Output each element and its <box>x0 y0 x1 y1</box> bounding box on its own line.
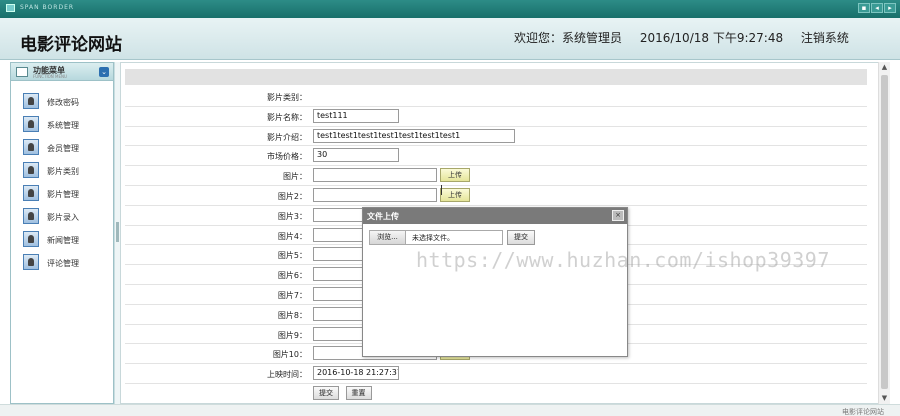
image-label: 图片8： <box>277 310 307 320</box>
image-label: 图片4： <box>277 231 307 241</box>
image-label: 图片7： <box>277 290 307 300</box>
sidebar-item-label: 修改密码 <box>47 98 79 107</box>
sidebar-item-news[interactable]: 新闻管理 <box>23 231 111 249</box>
reset-button[interactable]: 重置 <box>345 385 372 400</box>
menu-icon <box>16 67 28 77</box>
form-row-intro: 影片介绍： test1test1test1test1test1test1test… <box>125 127 867 147</box>
app-icon <box>6 4 15 12</box>
browse-button[interactable]: 浏览... <box>370 231 406 244</box>
content-header-band <box>125 69 867 85</box>
header-status: 欢迎您：系统管理员 2016/10/18 下午9:27:48 注销系统 <box>514 29 863 46</box>
sidebar-item-comments[interactable]: 评论管理 <box>23 254 111 272</box>
sidebar-item-label: 系统管理 <box>47 121 79 130</box>
sidebar-header: 功能菜单 FUNCTION MENU ⌄ <box>11 63 113 81</box>
price-input[interactable]: 30 <box>313 148 399 163</box>
page-footer: 电影评论网站 <box>0 404 900 416</box>
scroll-up-icon[interactable]: ▲ <box>879 62 890 73</box>
sidebar-item-label: 新闻管理 <box>47 236 79 245</box>
form-row-image-2: 图片2： 上传 <box>125 186 867 206</box>
name-label: 影片名称： <box>267 112 307 122</box>
sidebar-item-label: 评论管理 <box>47 259 79 268</box>
sidebar-item-members[interactable]: 会员管理 <box>23 139 111 157</box>
file-upload-dialog: 文件上传 × 浏览... 未选择文件。 提交 <box>362 207 628 357</box>
dialog-title: 文件上传 <box>367 212 399 221</box>
form-row-price: 市场价格： 30 <box>125 146 867 167</box>
image-label: 图片： <box>283 172 307 182</box>
image-2-input[interactable] <box>313 187 437 202</box>
sidebar-item-label: 影片类别 <box>47 167 79 176</box>
scroll-down-icon[interactable]: ▼ <box>879 393 890 404</box>
intro-input[interactable]: test1test1test1test1test1test1test1 <box>313 128 515 143</box>
user-icon <box>23 208 39 224</box>
close-icon[interactable]: ▸ <box>884 3 896 13</box>
user-icon <box>23 139 39 155</box>
user-icon <box>23 254 39 270</box>
no-file-text: 未选择文件。 <box>412 234 454 242</box>
scrollbar-thumb[interactable] <box>881 75 888 389</box>
user-icon <box>23 93 39 109</box>
user-icon <box>23 162 39 178</box>
sidebar-item-label: 会员管理 <box>47 144 79 153</box>
user-icon <box>23 231 39 247</box>
page-header: 电影评论网站 欢迎您：系统管理员 2016/10/18 下午9:27:48 注销… <box>0 18 900 60</box>
sidebar-item-change-password[interactable]: 修改密码 <box>23 93 111 111</box>
footer-text: 电影评论网站 <box>842 408 884 416</box>
image-label: 图片2： <box>277 191 307 201</box>
image-1-input[interactable] <box>313 168 437 183</box>
file-input[interactable]: 浏览... 未选择文件。 <box>369 230 503 245</box>
collapse-icon[interactable]: ⌄ <box>99 67 109 77</box>
form-row-image-1: 图片： 上传 <box>125 166 867 186</box>
release-time-label: 上映时间： <box>267 370 307 380</box>
form-row-release-time: 上映时间： 2016-10-18 21:27:37 <box>125 364 867 384</box>
price-label: 市场价格： <box>267 152 307 162</box>
logout-link[interactable]: 注销系统 <box>801 31 849 45</box>
dialog-submit-button[interactable]: 提交 <box>507 230 535 245</box>
sidebar: 功能菜单 FUNCTION MENU ⌄ 修改密码 系统管理 会员管理 影片类别… <box>10 62 114 404</box>
image-label: 图片9： <box>277 330 307 340</box>
submit-button[interactable]: 提交 <box>313 385 339 400</box>
upload-button[interactable]: 上传 <box>440 168 470 183</box>
welcome-text: 欢迎您：系统管理员 <box>514 31 623 45</box>
dialog-titlebar: 文件上传 × <box>363 208 627 224</box>
image-label: 图片10： <box>272 350 307 360</box>
text-cursor-icon <box>441 185 447 195</box>
image-label: 图片6： <box>277 271 307 281</box>
form-row-actions: 提交 重置 <box>125 384 867 403</box>
sidebar-item-movies[interactable]: 影片管理 <box>23 185 111 203</box>
sidebar-item-system[interactable]: 系统管理 <box>23 116 111 134</box>
sidebar-subtitle: FUNCTION MENU <box>33 74 67 79</box>
release-time-input[interactable]: 2016-10-18 21:27:37 <box>313 366 399 381</box>
restore-icon[interactable]: ◂ <box>871 3 883 13</box>
minimize-icon[interactable]: ▪ <box>858 3 870 13</box>
window-controls: ▪ ◂ ▸ <box>858 3 896 13</box>
sidebar-item-movie-entry[interactable]: 影片录入 <box>23 208 111 226</box>
site-title: 电影评论网站 <box>20 35 122 55</box>
close-icon[interactable]: × <box>612 210 624 221</box>
image-label: 图片3： <box>277 211 307 221</box>
category-label: 影片类别： <box>267 93 307 102</box>
vertical-scrollbar[interactable]: ▲ ▼ <box>878 62 890 404</box>
window-title: SPAN BORDER <box>20 4 75 11</box>
image-label: 图片5： <box>277 251 307 261</box>
intro-label: 影片介绍： <box>267 132 307 142</box>
user-icon <box>23 185 39 201</box>
sidebar-item-label: 影片录入 <box>47 213 79 222</box>
form-row-name: 影片名称： test111 <box>125 107 867 127</box>
window-titlebar: SPAN BORDER ▪ ◂ ▸ <box>0 0 900 18</box>
datetime-text: 2016/10/18 下午9:27:48 <box>639 31 784 45</box>
sidebar-item-label: 影片管理 <box>47 190 79 199</box>
watermark-text: https://www.huzhan.com/ishop39397 <box>416 248 830 272</box>
user-icon <box>23 116 39 132</box>
sidebar-item-categories[interactable]: 影片类别 <box>23 162 111 180</box>
form-row-category: 影片类别： <box>125 87 867 107</box>
splitter-grip[interactable] <box>116 222 119 242</box>
name-input[interactable]: test111 <box>313 108 399 123</box>
